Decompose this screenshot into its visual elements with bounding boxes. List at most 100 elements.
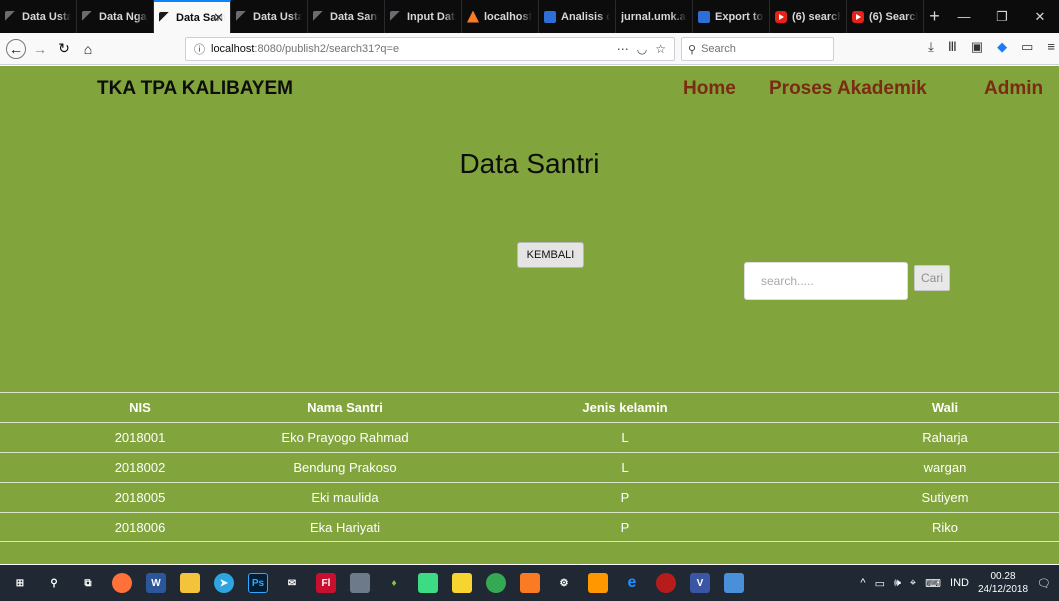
bookmark-star-icon[interactable]: ☆: [655, 42, 666, 56]
sticky-notes-icon[interactable]: [452, 573, 472, 593]
tab-favicon-icon: [5, 10, 17, 23]
browser-tab[interactable]: localhost: [462, 0, 539, 33]
window-controls: — ❐ ✕: [945, 0, 1059, 33]
toolbar-icons: ⤓ Ⅲ ▣ ◆ ▭ ≡: [928, 39, 1055, 55]
firefox-icon[interactable]: [112, 573, 132, 593]
menu-proses-akademik-link[interactable]: Proses Akademik: [769, 78, 927, 100]
browser-tab-strip: Data UstadData NgajiData Santri✕Data Ust…: [0, 0, 1059, 33]
info-icon[interactable]: ⓘ: [194, 41, 205, 57]
word-icon[interactable]: W: [146, 573, 166, 593]
taskbar-clock[interactable]: 00.28 24/12/2018: [978, 570, 1028, 596]
close-tab-icon[interactable]: ✕: [213, 10, 224, 26]
cell-jenis-kelamin: P: [620, 490, 630, 505]
sublime-text-icon[interactable]: [588, 573, 608, 593]
browser-tab[interactable]: jurnal.umk.ac.id: [616, 0, 693, 33]
search-taskbar-icon[interactable]: ⚲: [44, 573, 64, 593]
forward-button[interactable]: →: [30, 39, 50, 59]
windows-start-icon[interactable]: ⊞: [10, 573, 30, 593]
pocket-icon[interactable]: ◡: [637, 42, 647, 56]
column-header-nis: NIS: [129, 400, 151, 415]
tray-overflow-icon[interactable]: ^: [860, 577, 865, 589]
browser-tab[interactable]: Data Ustad: [231, 0, 308, 33]
tab-favicon-icon: [775, 10, 787, 23]
cell-nis: 2018002: [114, 460, 166, 475]
table-header-row: NIS Nama Santri Jenis kelamin Wali: [0, 392, 1059, 422]
photoshop-icon[interactable]: Ps: [248, 573, 268, 593]
cell-nama: Eka Hariyati: [309, 520, 381, 535]
tab-favicon-icon: [544, 10, 556, 23]
screenshot-icon[interactable]: ▭: [1021, 39, 1033, 55]
column-header-nama: Nama Santri: [307, 400, 383, 415]
close-window-button[interactable]: ✕: [1021, 0, 1059, 33]
edge-icon[interactable]: e: [622, 573, 642, 593]
cell-wali: Raharja: [922, 430, 968, 445]
notepad-icon[interactable]: [724, 573, 744, 593]
mail-icon[interactable]: ✉: [282, 573, 302, 593]
chrome-icon[interactable]: [486, 573, 506, 593]
cell-jenis-kelamin: L: [621, 430, 629, 445]
tab-title: (6) search: [792, 10, 841, 23]
browser-tab[interactable]: Data Ngaji: [77, 0, 154, 33]
menu-admin-link[interactable]: Admin: [984, 78, 1043, 100]
tab-favicon-icon: [159, 11, 171, 24]
app-red-icon[interactable]: [656, 573, 676, 593]
table-row: 2018005 Eki maulida P Sutiyem: [0, 482, 1059, 512]
site-brand: TKA TPA KALIBAYEM: [97, 78, 293, 99]
keyboard-icon[interactable]: ⌨: [925, 577, 941, 590]
cell-nis: 2018001: [114, 430, 166, 445]
reload-button[interactable]: ↻: [54, 39, 74, 59]
cell-nis: 2018005: [114, 490, 166, 505]
browser-tab[interactable]: Input Data: [385, 0, 462, 33]
browser-search-placeholder: Search: [701, 43, 736, 55]
tab-title: Analisis data: [561, 10, 610, 23]
settings-gear-icon[interactable]: ⚙: [554, 573, 574, 593]
library-icon[interactable]: Ⅲ: [948, 39, 957, 55]
telegram-icon[interactable]: ➤: [214, 573, 234, 593]
table-row: 2018002 Bendung Prakoso Lwargan: [0, 452, 1059, 482]
address-bar[interactable]: ⓘ localhost:8080/publish2/search31?q=e ⋯…: [185, 37, 675, 61]
flash-icon[interactable]: Fl: [316, 573, 336, 593]
new-tab-button[interactable]: +: [924, 0, 945, 33]
network-icon[interactable]: ⌖: [910, 577, 916, 590]
volume-icon[interactable]: 🕪: [894, 577, 901, 590]
tab-favicon-icon: [82, 10, 94, 23]
xampp-taskbar-icon[interactable]: [520, 573, 540, 593]
table-body: 2018001 Eko Prayogo Rahmad L Raharja 2018002…: [0, 422, 1059, 542]
sidebar-icon[interactable]: ▣: [971, 39, 983, 55]
download-icon[interactable]: ⤓: [928, 39, 934, 55]
browser-tab[interactable]: Data Ustad: [0, 0, 77, 33]
home-button[interactable]: ⌂: [78, 39, 98, 59]
clock-time: 00.28: [990, 571, 1016, 582]
visio-icon[interactable]: V: [690, 573, 710, 593]
browser-search-box[interactable]: ⚲ Search: [681, 37, 834, 61]
tab-favicon-icon: [313, 10, 325, 23]
file-explorer-icon[interactable]: [180, 573, 200, 593]
extension-icon[interactable]: ◆: [997, 39, 1007, 55]
menu-home-link[interactable]: Home: [683, 78, 736, 100]
minimize-button[interactable]: —: [945, 0, 983, 33]
restore-button[interactable]: ❐: [983, 0, 1021, 33]
search-icon: ⚲: [688, 43, 697, 56]
browser-tab[interactable]: Export to Excel: [693, 0, 770, 33]
tab-title: Input Data: [407, 10, 456, 23]
android-studio-icon[interactable]: [418, 573, 438, 593]
browser-tab[interactable]: Data Santri: [308, 0, 385, 33]
back-button[interactable]: ←: [6, 38, 26, 59]
battery-icon[interactable]: ▭: [875, 577, 885, 590]
browser-tab[interactable]: Data Santri✕: [154, 0, 231, 33]
back-kembali-button[interactable]: KEMBALI: [517, 242, 584, 268]
input-language[interactable]: IND: [950, 577, 969, 589]
browser-tab[interactable]: (6) Search: [847, 0, 924, 33]
search-submit-button[interactable]: Cari: [914, 265, 950, 291]
task-view-icon[interactable]: ⧉: [78, 573, 98, 593]
tab-favicon-icon: [390, 10, 402, 23]
code-editor-icon[interactable]: [350, 573, 370, 593]
browser-tab[interactable]: (6) search: [770, 0, 847, 33]
menu-icon[interactable]: ≡: [1047, 39, 1055, 55]
search-input[interactable]: search.....: [744, 262, 908, 300]
notification-icon[interactable]: 🗨: [1037, 577, 1051, 590]
nodejs-icon[interactable]: ♦: [384, 573, 404, 593]
browser-tab[interactable]: Analisis data: [539, 0, 616, 33]
page-actions-icon[interactable]: ⋯: [617, 42, 629, 56]
tab-title: jurnal.umk.ac.id: [621, 10, 687, 23]
